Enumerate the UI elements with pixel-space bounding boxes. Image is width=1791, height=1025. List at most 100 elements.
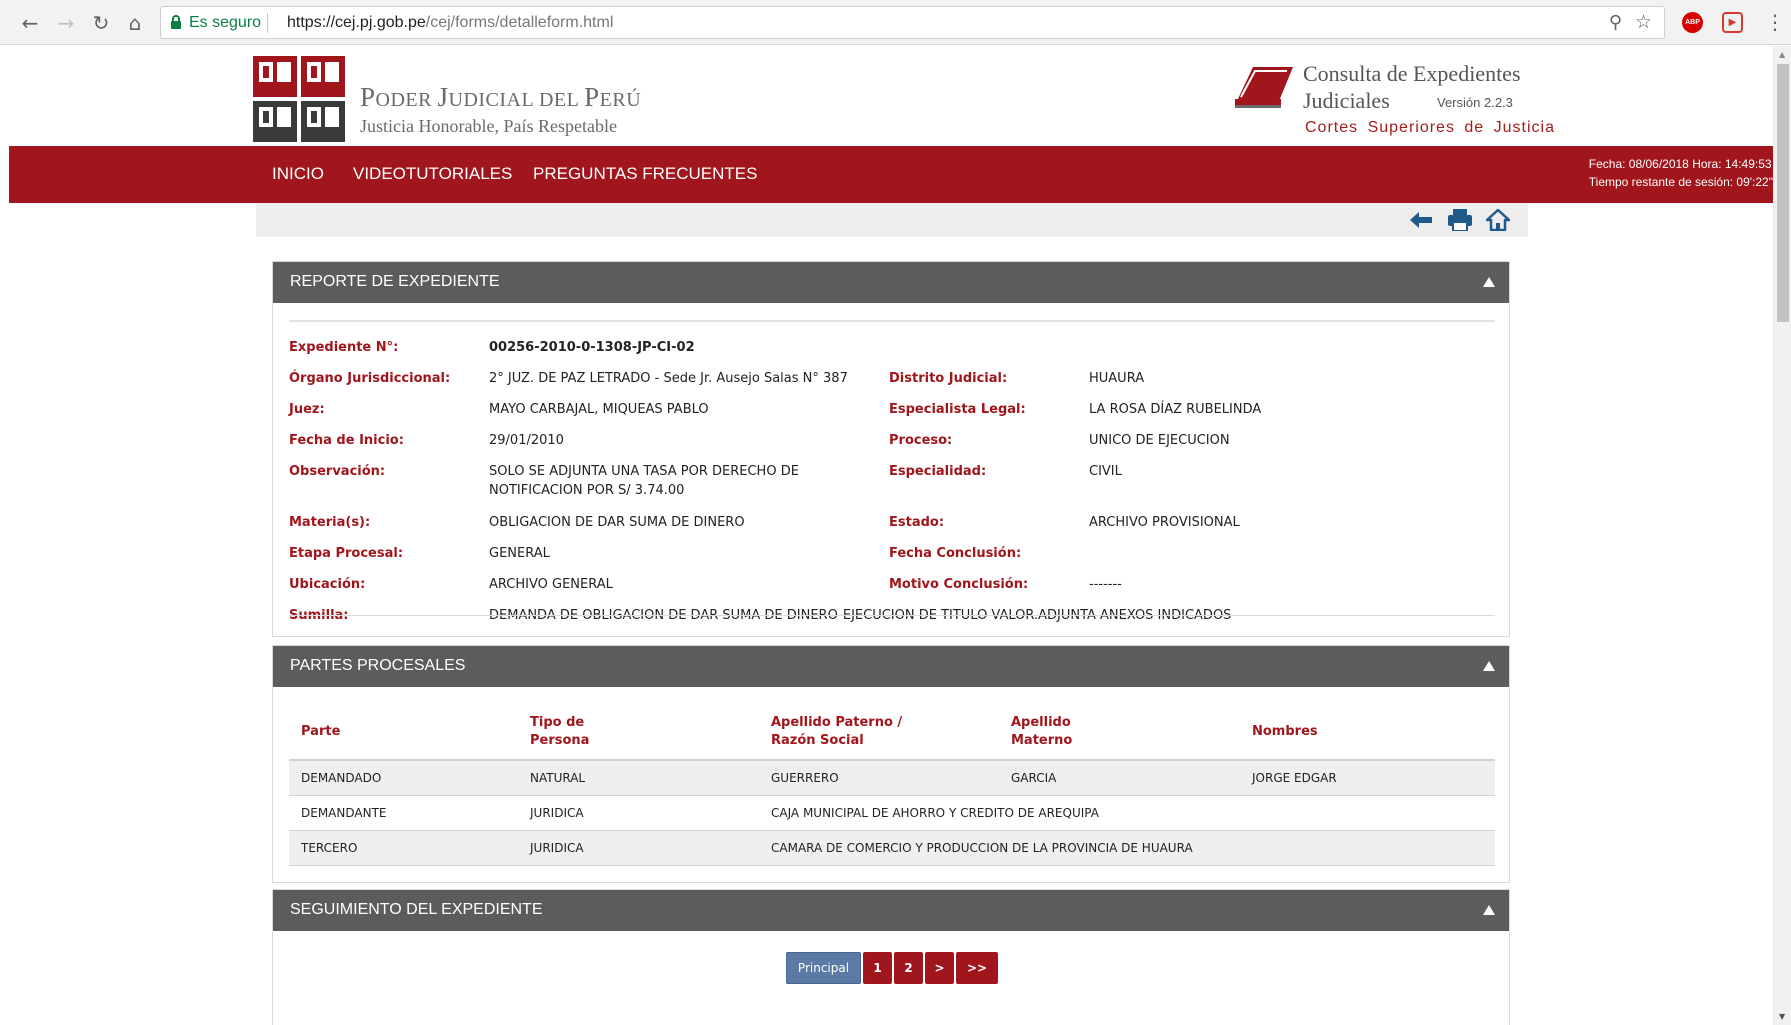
panel-title: PARTES PROCESALES: [290, 657, 466, 674]
url-text[interactable]: https://cej.pj.gob.pe/cej/forms/detallef…: [287, 14, 613, 32]
distrito-value: HUAURA: [1089, 371, 1145, 386]
col-apellido-materno: Apellido Materno: [999, 704, 1240, 761]
url-path: /cej/forms/detalleform.html: [425, 14, 614, 31]
poder-judicial-logo-icon[interactable]: [253, 56, 345, 142]
col-nombres: Nombres: [1240, 704, 1495, 761]
col-materno-l1: Apellido: [1011, 714, 1071, 730]
home-browser-icon[interactable]: ⌂: [121, 9, 149, 37]
partes-table: Parte Tipo de Persona Apellido Paterno / R…: [289, 704, 1495, 866]
reporte-panel-header[interactable]: REPORTE DE EXPEDIENTE: [273, 262, 1509, 303]
organo-label: Órgano Jurisdiccional:: [289, 371, 451, 386]
especialista-label: Especialista Legal:: [889, 402, 1026, 417]
especialista-value: LA ROSA DÍAZ RUBELINDA: [1089, 402, 1262, 417]
materia-label: Materia(s):: [289, 515, 371, 530]
page-scrollbar[interactable]: ▲ ▼: [1773, 46, 1791, 1025]
materia-value: OBLIGACION DE DAR SUMA DE DINERO: [489, 515, 745, 530]
col-tipo-l1: Tipo de: [530, 714, 585, 730]
cell-materno: GARCIA: [999, 760, 1240, 796]
organo-value: 2° JUZ. DE PAZ LETRADO - Sede Jr. Ausejo…: [489, 371, 848, 386]
org-title-p4: UDICIAL DEL: [448, 89, 585, 111]
expediente-value: 00256-2010-0-1308-JP-CI-02: [489, 340, 695, 355]
forward-icon[interactable]: →: [52, 9, 80, 37]
panel-title: SEGUIMIENTO DEL EXPEDIENTE: [290, 901, 543, 918]
observacion-label: Observación:: [289, 464, 386, 479]
nav-preguntas-frecuentes[interactable]: PREGUNTAS FRECUENTES: [533, 164, 758, 184]
page-toolbar: [256, 203, 1528, 237]
cell-tipo: NATURAL: [518, 760, 759, 796]
collapse-icon[interactable]: [1483, 905, 1495, 915]
table-row: DEMANDADO NATURAL GUERRERO GARCIA JORGE …: [289, 760, 1495, 796]
zoom-icon[interactable]: ⚲: [1609, 12, 1622, 33]
scroll-up-icon[interactable]: ▲: [1779, 50, 1785, 59]
etapa-value: GENERAL: [489, 546, 550, 561]
cell-parte: TERCERO: [289, 830, 518, 866]
proceso-label: Proceso:: [889, 433, 953, 448]
pager-page-2[interactable]: 2: [894, 952, 923, 984]
motivo-label: Motivo Conclusión:: [889, 577, 1029, 592]
reporte-panel: REPORTE DE EXPEDIENTE Expediente N°: 002…: [272, 261, 1510, 637]
table-row: DEMANDANTE JURIDICA CAJA MUNICIPAL DE AH…: [289, 795, 1495, 831]
estado-value: ARCHIVO PROVISIONAL: [1089, 515, 1240, 530]
ubicacion-label: Ubicación:: [289, 577, 366, 592]
reporte-details: Expediente N°: 00256-2010-0-1308-JP-CI-0…: [289, 320, 1495, 623]
cell-razon-social: CAJA MUNICIPAL DE AHORRO Y CREDITO DE AR…: [759, 795, 1495, 831]
cell-parte: DEMANDANTE: [289, 795, 518, 831]
expediente-label: Expediente N°:: [289, 340, 399, 355]
scroll-down-icon[interactable]: ▼: [1779, 1012, 1785, 1021]
estado-label: Estado:: [889, 515, 945, 530]
fecha-inicio-label: Fecha de Inicio:: [289, 433, 404, 448]
col-materno-l2: Materno: [1011, 732, 1073, 748]
nav-videotutoriales[interactable]: VIDEOTUTORIALES: [353, 164, 512, 184]
extension-icon[interactable]: ▶: [1722, 12, 1743, 33]
address-bar[interactable]: Es seguro https://cej.pj.gob.pe/cej/form…: [160, 6, 1665, 39]
especialidad-value: CIVIL: [1089, 464, 1122, 479]
pager-page-1[interactable]: 1: [863, 952, 892, 984]
etapa-label: Etapa Procesal:: [289, 546, 404, 561]
partes-panel-header[interactable]: PARTES PROCESALES: [273, 646, 1509, 687]
fecha-conclusion-label: Fecha Conclusión:: [889, 546, 1022, 561]
adblock-plus-icon[interactable]: ABP: [1682, 12, 1703, 33]
especialidad-label: Especialidad:: [889, 464, 987, 479]
cell-parte: DEMANDADO: [289, 760, 518, 796]
url-host: https://cej.pj.gob.pe: [287, 14, 426, 31]
main-navbar: INICIO VIDEOTUTORIALES PREGUNTAS FRECUEN…: [9, 146, 1773, 203]
ubicacion-value: ARCHIVO GENERAL: [489, 577, 613, 592]
pager-last-button[interactable]: >>: [956, 952, 998, 984]
session-time-text: Tiempo restante de sesión: 09':22": [1588, 175, 1773, 189]
collapse-icon[interactable]: [1483, 277, 1495, 287]
fecha-inicio-value: 29/01/2010: [489, 433, 564, 448]
browser-toolbar: ← → ↻ ⌂ Es seguro https://cej.pj.gob.pe/…: [0, 0, 1791, 45]
scrollbar-thumb[interactable]: [1777, 64, 1789, 322]
pager-principal-button[interactable]: Principal: [786, 952, 861, 984]
print-icon[interactable]: [1448, 208, 1472, 232]
collapse-icon[interactable]: [1483, 661, 1495, 671]
reload-icon[interactable]: ↻: [87, 9, 115, 37]
lock-icon: [171, 15, 181, 29]
col-paterno-l1: Apellido Paterno /: [771, 714, 903, 730]
browser-menu-icon[interactable]: ⋮: [1765, 10, 1785, 34]
observacion-value-line2: NOTIFICACION POR S/ 3.74.00: [489, 483, 685, 498]
site-header: PODER JUDICIAL DEL PERÚ Justicia Honorab…: [0, 46, 1773, 146]
juez-value: MAYO CARBAJAL, MIQUEAS PABLO: [489, 402, 709, 417]
col-parte: Parte: [289, 704, 518, 761]
divider: [289, 615, 1495, 616]
cell-tipo: JURIDICA: [518, 795, 759, 831]
cell-tipo: JURIDICA: [518, 830, 759, 866]
nav-inicio[interactable]: INICIO: [272, 164, 324, 184]
app-version: Versión 2.2.3: [1437, 95, 1513, 110]
home-icon[interactable]: [1486, 208, 1510, 232]
back-icon[interactable]: ←: [16, 9, 44, 37]
observacion-value-line1: SOLO SE ADJUNTA UNA TASA POR DERECHO DE: [489, 464, 799, 479]
sumilla-value: DEMANDA DE OBLIGACION DE DAR SUMA DE DIN…: [489, 608, 1232, 623]
seguimiento-panel-header[interactable]: SEGUIMIENTO DEL EXPEDIENTE: [273, 890, 1509, 931]
pager-next-button[interactable]: >: [925, 952, 954, 984]
distrito-label: Distrito Judicial:: [889, 371, 1008, 386]
partes-panel: PARTES PROCESALES Parte Tipo de Persona A…: [272, 645, 1510, 883]
app-title-line1: Consulta de Expedientes: [1303, 61, 1521, 86]
app-subtitle: Cortes Superiores de Justicia: [1305, 119, 1555, 136]
back-arrow-icon[interactable]: [1409, 208, 1433, 232]
org-slogan: Justicia Honorable, País Respetable: [360, 116, 617, 136]
col-tipo-persona: Tipo de Persona: [518, 704, 759, 761]
bookmark-star-icon[interactable]: ☆: [1635, 11, 1652, 33]
panel-title: REPORTE DE EXPEDIENTE: [290, 273, 500, 290]
